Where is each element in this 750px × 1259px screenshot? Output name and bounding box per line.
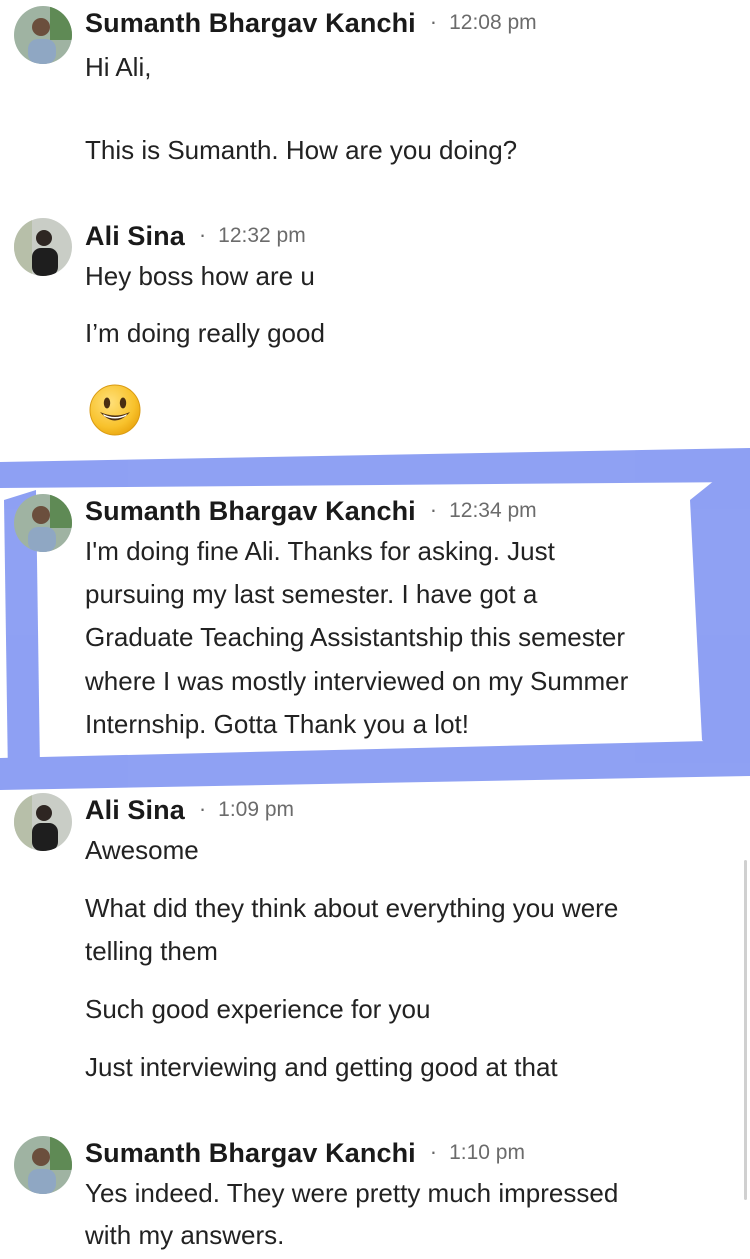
message-line: pursuing my last semester. I have got a <box>85 579 538 609</box>
message-line: I'm doing fine Ali. Thanks for asking. J… <box>85 536 555 566</box>
avatar[interactable] <box>14 218 72 276</box>
sender-name[interactable]: Ali Sina <box>85 795 185 826</box>
sender-name[interactable]: Sumanth Bhargav Kanchi <box>85 1138 416 1169</box>
avatar[interactable] <box>14 6 72 64</box>
sender-name[interactable]: Sumanth Bhargav Kanchi <box>85 8 416 39</box>
message-line: This is Sumanth. How are you doing? <box>85 135 518 165</box>
separator-dot: · <box>429 9 438 34</box>
scrollbar[interactable] <box>744 860 747 1200</box>
message-line: Internship. Gotta Thank you a lot! <box>85 709 469 739</box>
timestamp: 12:32 pm <box>218 224 306 247</box>
message-line: Such good experience for you <box>85 994 431 1024</box>
sender-name[interactable]: Sumanth Bhargav Kanchi <box>85 496 416 527</box>
message-line: Hey boss how are u <box>85 261 315 291</box>
avatar[interactable] <box>14 1136 72 1194</box>
message-line: Graduate Teaching Assistantship this sem… <box>85 622 626 652</box>
smiling-face-icon <box>89 384 141 436</box>
separator-dot: · <box>198 796 207 821</box>
message-line: I’m doing really good <box>85 318 325 348</box>
message-line: Yes indeed. They were pretty much impres… <box>85 1178 619 1208</box>
message-line: where I was mostly interviewed on my Sum… <box>85 666 629 696</box>
avatar[interactable] <box>14 494 72 552</box>
sender-name[interactable]: Ali Sina <box>85 221 185 252</box>
message-line: with my answers. <box>85 1220 285 1250</box>
message-line: Awesome <box>85 835 199 865</box>
timestamp: 12:34 pm <box>449 499 537 522</box>
timestamp: 12:08 pm <box>449 11 537 34</box>
separator-dot: · <box>198 222 207 247</box>
separator-dot: · <box>429 1139 438 1164</box>
message-line: telling them <box>85 936 218 966</box>
timestamp: 1:10 pm <box>449 1141 525 1164</box>
separator-dot: · <box>429 497 438 522</box>
timestamp: 1:09 pm <box>218 798 295 821</box>
message-line: Hi Ali, <box>85 52 152 82</box>
message-line: What did they think about everything you… <box>85 893 619 923</box>
avatar[interactable] <box>14 793 72 851</box>
message-line: Just interviewing and getting good at th… <box>85 1052 558 1082</box>
